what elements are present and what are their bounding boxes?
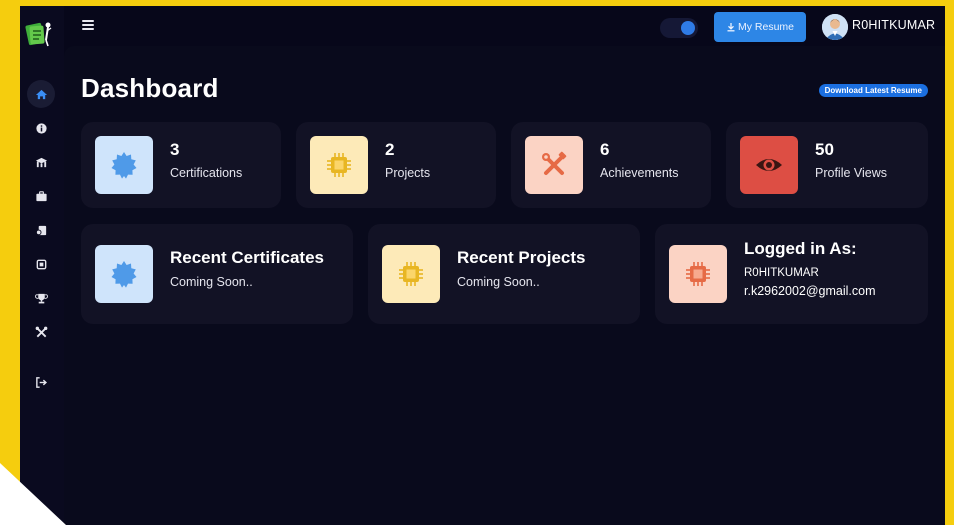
recent-certificates-card[interactable]: Recent Certificates Coming Soon..	[81, 224, 353, 324]
my-resume-label: My Resume	[737, 21, 794, 33]
stat-icon-tile	[95, 136, 153, 194]
sidebar-item-achievements[interactable]	[27, 284, 55, 312]
corner-decoration	[0, 463, 66, 525]
user-avatar-icon	[822, 14, 848, 40]
logged-in-card: Logged in As: R0HITKUMAR r.k2962002@gmai…	[655, 224, 928, 324]
sidebar-item-projects[interactable]	[27, 250, 55, 278]
sidebar-item-education[interactable]	[27, 148, 55, 176]
stat-value: 50	[815, 140, 834, 159]
chip-icon	[36, 259, 46, 269]
stat-card-achievements[interactable]: 6 Achievements	[511, 122, 711, 208]
logout-icon	[35, 376, 47, 388]
trophy-icon	[34, 293, 48, 303]
download-icon	[727, 23, 735, 32]
panel-icon-tile	[382, 245, 440, 303]
chip-icon	[327, 153, 351, 177]
theme-toggle[interactable]	[660, 18, 698, 38]
app-window: My Resume R0HITKUMAR Dashboard Download …	[20, 6, 945, 525]
sidebar	[20, 6, 64, 525]
stat-card-profile-views[interactable]: 50 Profile Views	[726, 122, 928, 208]
logged-in-title: Logged in As:	[744, 239, 857, 258]
stat-value: 2	[385, 140, 395, 159]
stat-label: Profile Views	[815, 166, 888, 180]
tools-icon	[35, 326, 47, 337]
sidebar-item-logout[interactable]	[27, 368, 55, 396]
stat-icon-tile	[310, 136, 368, 194]
stat-value: 3	[170, 140, 180, 159]
panel-title: Recent Certificates	[170, 248, 325, 267]
stat-card-certifications[interactable]: 3 Certifications	[81, 122, 281, 208]
chip-icon	[686, 262, 710, 286]
my-resume-button[interactable]: My Resume	[714, 12, 806, 42]
briefcase-icon	[35, 190, 47, 201]
stat-icon-tile	[525, 136, 583, 194]
sidebar-item-skills[interactable]	[27, 318, 55, 346]
certificate-icon	[35, 225, 46, 235]
username[interactable]: R0HITKUMAR	[852, 18, 935, 32]
stat-label: Projects	[385, 166, 431, 180]
eye-icon	[756, 159, 782, 171]
logged-in-name: R0HITKUMAR	[744, 267, 819, 279]
tools-icon	[542, 151, 567, 175]
stat-card-projects[interactable]: 2 Projects	[296, 122, 496, 208]
recent-projects-card[interactable]: Recent Projects Coming Soon..	[368, 224, 640, 324]
info-icon	[35, 122, 47, 134]
download-latest-resume-button[interactable]: Download Latest Resume	[818, 84, 928, 97]
badge-icon	[111, 261, 137, 288]
panel-title: Recent Projects	[457, 248, 586, 267]
panel-subtitle: Coming Soon..	[170, 275, 253, 289]
sidebar-item-home[interactable]	[27, 80, 55, 108]
panel-icon-tile	[95, 245, 153, 303]
badge-icon	[111, 152, 137, 179]
sidebar-item-certifications[interactable]	[27, 216, 55, 244]
panel-subtitle: Coming Soon..	[457, 275, 540, 289]
stat-icon-tile	[740, 136, 798, 194]
sidebar-item-about[interactable]	[27, 114, 55, 142]
stat-label: Certifications	[170, 166, 243, 180]
page-title: Dashboard	[81, 73, 219, 103]
stat-value: 6	[600, 140, 610, 159]
toggle-knob	[681, 21, 695, 35]
logo-icon	[25, 22, 52, 47]
logged-in-email: r.k2962002@gmail.com	[744, 284, 876, 298]
sidebar-item-experience[interactable]	[27, 182, 55, 210]
avatar[interactable]	[822, 14, 848, 40]
logo[interactable]	[24, 18, 54, 48]
education-icon	[35, 157, 47, 167]
menu-toggle-button[interactable]	[82, 20, 94, 30]
panel-icon-tile	[669, 245, 727, 303]
chip-icon	[399, 262, 423, 286]
main-content: Dashboard Download Latest Resume 3 Certi…	[64, 46, 945, 525]
home-icon	[35, 89, 47, 99]
hamburger-icon	[82, 20, 94, 22]
stat-label: Achievements	[600, 166, 679, 180]
